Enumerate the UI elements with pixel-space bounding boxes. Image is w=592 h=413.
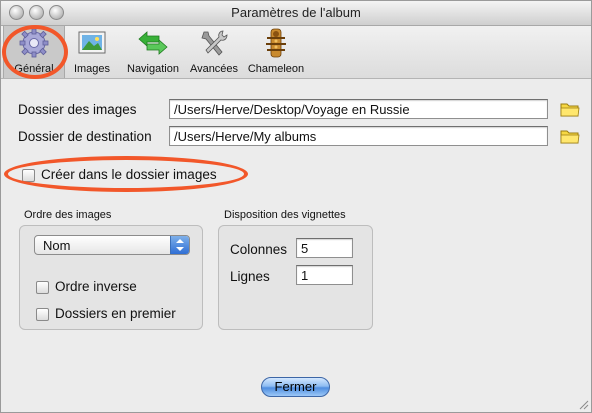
tab-navigation-label: Navigation xyxy=(127,63,179,75)
gear-icon xyxy=(19,28,49,58)
columns-label: Colonnes xyxy=(230,242,288,257)
tab-images[interactable]: Images xyxy=(67,26,117,78)
rows-field[interactable] xyxy=(296,265,353,285)
folders-first-checkbox[interactable] xyxy=(36,308,49,321)
toolbar: Général Images Navigation Avancées Chame… xyxy=(1,26,591,79)
close-button[interactable]: Fermer xyxy=(261,377,330,397)
images-folder-label: Dossier des images xyxy=(18,102,137,117)
folders-first-label: Dossiers en premier xyxy=(55,306,176,321)
images-folder-field[interactable] xyxy=(169,99,548,119)
order-group-title: Ordre des images xyxy=(24,209,112,221)
thumbs-group-title: Disposition des vignettes xyxy=(224,209,346,221)
resize-grip-icon[interactable] xyxy=(577,398,589,410)
order-groupbox: Nom Ordre inverse Dossiers en premier xyxy=(19,225,203,330)
sort-order-select[interactable]: Nom xyxy=(34,235,190,255)
tab-advanced[interactable]: Avancées xyxy=(187,26,241,78)
thumbs-groupbox: Colonnes Lignes xyxy=(218,225,373,330)
tab-navigation[interactable]: Navigation xyxy=(121,26,185,78)
tab-general-label: Général xyxy=(14,63,54,75)
folder-icon[interactable] xyxy=(560,100,580,118)
dest-folder-field[interactable] xyxy=(169,126,548,146)
title-bar: Paramètres de l'album xyxy=(1,1,591,26)
create-in-images-checkbox[interactable] xyxy=(22,169,35,182)
rows-label: Lignes xyxy=(230,269,270,284)
tab-advanced-label: Avancées xyxy=(189,63,239,75)
album-settings-window: Paramètres de l'album Général Images Nav… xyxy=(0,0,592,413)
dest-folder-label: Dossier de destination xyxy=(18,129,152,144)
arrows-icon xyxy=(138,31,168,55)
window-title: Paramètres de l'album xyxy=(231,5,361,20)
picture-icon xyxy=(78,31,106,54)
popup-arrows-icon xyxy=(170,236,189,254)
tab-chameleon-label: Chameleon xyxy=(247,63,305,75)
tab-images-label: Images xyxy=(73,63,111,75)
folder-icon[interactable] xyxy=(560,127,580,145)
create-in-images-label: Créer dans le dossier images xyxy=(41,167,217,182)
sort-order-value: Nom xyxy=(43,238,71,253)
tab-chameleon[interactable]: Chameleon xyxy=(243,26,309,78)
reverse-order-label: Ordre inverse xyxy=(55,279,137,294)
tab-general[interactable]: Général xyxy=(3,26,65,78)
columns-field[interactable] xyxy=(296,238,353,258)
chameleon-icon xyxy=(266,28,286,58)
reverse-order-checkbox[interactable] xyxy=(36,281,49,294)
tools-icon xyxy=(201,30,228,56)
